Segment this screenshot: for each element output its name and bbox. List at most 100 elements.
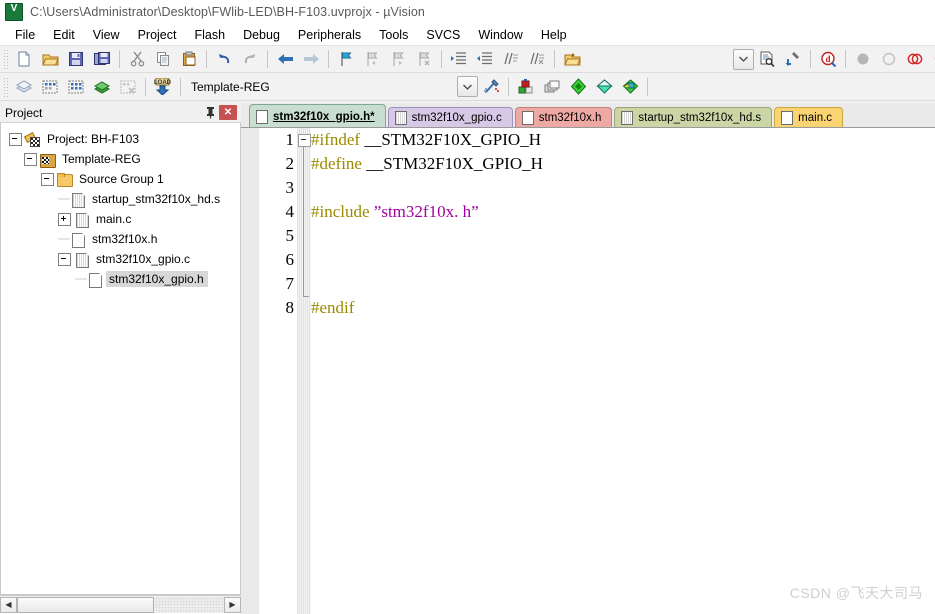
svg-text:LOAD: LOAD <box>154 80 172 86</box>
scroll-left-arrow-icon[interactable]: ◀ <box>0 597 17 613</box>
editor-tab-stm32f10x-h[interactable]: stm32f10x.h <box>515 107 613 128</box>
find-in-files-icon[interactable] <box>754 47 780 72</box>
disable-all-breakpoints-icon[interactable] <box>902 47 928 72</box>
navigate-back-icon[interactable] <box>272 47 298 72</box>
menu-item-file[interactable]: File <box>6 26 44 44</box>
editor-tab-startup-stm32f10x-hd-s[interactable]: startup_stm32f10x_hd.s <box>614 107 772 128</box>
project-panel-title: Project <box>5 106 201 120</box>
editor-tab-stm32f10x-gpio-c[interactable]: stm32f10x_gpio.c <box>388 107 513 128</box>
batch-build-icon[interactable] <box>89 74 115 99</box>
project-horizontal-scrollbar[interactable]: ◀ ▶ <box>0 595 241 613</box>
scrollbar-thumb[interactable] <box>17 597 154 613</box>
tree-node-file-main[interactable]: main.c <box>5 209 240 229</box>
file-shaded-icon <box>70 192 85 207</box>
collapse-box-icon[interactable] <box>298 134 311 147</box>
expander-minus-icon[interactable] <box>9 133 22 146</box>
fold-guide-end <box>303 296 309 297</box>
tree-node-file-gpioc[interactable]: stm32f10x_gpio.c <box>5 249 240 269</box>
close-icon[interactable]: ✕ <box>219 105 237 120</box>
bookmark-toggle-icon[interactable] <box>333 47 359 72</box>
line-number: 7 <box>259 272 297 296</box>
editor-tab-label: stm32f10x_gpio.c <box>412 112 502 124</box>
menu-item-flash[interactable]: Flash <box>185 26 234 44</box>
undo-icon[interactable] <box>211 47 237 72</box>
menu-item-peripherals[interactable]: Peripherals <box>289 26 370 44</box>
menu-item-help[interactable]: Help <box>532 26 576 44</box>
tree-connector <box>58 229 70 249</box>
copy-icon[interactable] <box>150 47 176 72</box>
pin-icon[interactable] <box>201 105 219 121</box>
menu-item-debug[interactable]: Debug <box>234 26 289 44</box>
kill-all-breakpoints-icon[interactable] <box>928 47 935 72</box>
target-options-icon[interactable] <box>478 74 504 99</box>
manage-project-items-icon[interactable] <box>513 74 539 99</box>
open-folder-icon[interactable] <box>559 47 585 72</box>
uvision-window: C:\Users\Administrator\Desktop\FWlib-LED… <box>0 0 935 613</box>
bookmark-clear-icon[interactable] <box>411 47 437 72</box>
disable-breakpoint-icon[interactable] <box>876 47 902 72</box>
tree-node-file-stm32f10xh[interactable]: stm32f10x.h <box>5 229 240 249</box>
find-next-icon[interactable] <box>780 47 806 72</box>
uncomment-icon[interactable] <box>524 47 550 72</box>
code-text[interactable]: #ifndef __STM32F10X_GPIO_H #define __STM… <box>311 128 935 614</box>
pack-installer-icon[interactable] <box>591 74 617 99</box>
menu-item-svcs[interactable]: SVCS <box>417 26 469 44</box>
build-icon[interactable] <box>37 74 63 99</box>
cut-icon[interactable] <box>124 47 150 72</box>
manage-components-icon[interactable] <box>565 74 591 99</box>
menu-item-window[interactable]: Window <box>469 26 531 44</box>
toolbar-separator <box>647 78 648 96</box>
menu-item-edit[interactable]: Edit <box>44 26 84 44</box>
find-combo-dropdown[interactable] <box>733 49 754 70</box>
menu-item-tools[interactable]: Tools <box>370 26 417 44</box>
stop-build-icon[interactable] <box>115 74 141 99</box>
multi-project-window-icon[interactable] <box>617 74 643 99</box>
bookmark-next-icon[interactable] <box>385 47 411 72</box>
tree-node-file-gpioh[interactable]: stm32f10x_gpio.h <box>5 269 240 289</box>
navigate-forward-icon[interactable] <box>298 47 324 72</box>
code-token-keyword: #endif <box>311 298 354 317</box>
tree-node-project[interactable]: Project: BH-F103 <box>5 129 240 149</box>
tree-node-group[interactable]: Source Group 1 <box>5 169 240 189</box>
scroll-right-arrow-icon[interactable]: ▶ <box>224 597 241 613</box>
translate-icon[interactable] <box>11 74 37 99</box>
manage-multi-project-icon[interactable] <box>539 74 565 99</box>
comment-icon[interactable] <box>498 47 524 72</box>
tree-node-label: stm32f10x.h <box>89 232 157 246</box>
new-file-icon[interactable] <box>11 47 37 72</box>
code-line: #include ”stm32f10x. h” <box>311 200 935 224</box>
download-icon[interactable]: LOAD <box>150 74 176 99</box>
tree-node-file-startup[interactable]: startup_stm32f10x_hd.s <box>5 189 240 209</box>
scrollbar-track[interactable] <box>17 597 224 613</box>
rebuild-icon[interactable] <box>63 74 89 99</box>
toolbar-grip[interactable] <box>2 76 10 98</box>
menu-item-project[interactable]: Project <box>129 26 186 44</box>
expander-minus-icon[interactable] <box>24 153 37 166</box>
redo-icon[interactable] <box>237 47 263 72</box>
save-all-icon[interactable] <box>89 47 115 72</box>
indent-right-icon[interactable] <box>446 47 472 72</box>
expander-minus-icon[interactable] <box>41 173 54 186</box>
code-line <box>311 272 935 296</box>
save-icon[interactable] <box>63 47 89 72</box>
editor-tab-main-c[interactable]: main.c <box>774 107 843 128</box>
code-line <box>311 224 935 248</box>
toolbar-grip[interactable] <box>2 48 10 70</box>
target-select[interactable]: Template-REG <box>185 77 325 97</box>
toolbar-separator <box>845 50 846 68</box>
editor-tab-stm32f10x-gpio-h[interactable]: stm32f10x_gpio.h* <box>249 104 386 128</box>
code-folding-column[interactable] <box>297 128 311 614</box>
code-editor[interactable]: 1 2 3 4 5 6 7 8 #ifndef __STM32F10X_GPIO… <box>241 127 935 613</box>
expander-minus-icon[interactable] <box>58 253 71 266</box>
tree-node-target[interactable]: Template-REG <box>5 149 240 169</box>
target-select-dropdown-icon[interactable] <box>457 76 478 97</box>
bookmark-prev-icon[interactable] <box>359 47 385 72</box>
indent-left-icon[interactable] <box>472 47 498 72</box>
browse-symbol-icon[interactable]: d <box>815 47 841 72</box>
insert-breakpoint-icon[interactable] <box>850 47 876 72</box>
project-tree[interactable]: Project: BH-F103 Template-REG Source Gro… <box>0 123 241 595</box>
expander-plus-icon[interactable] <box>58 213 71 226</box>
menu-item-view[interactable]: View <box>84 26 129 44</box>
open-file-icon[interactable] <box>37 47 63 72</box>
paste-icon[interactable] <box>176 47 202 72</box>
